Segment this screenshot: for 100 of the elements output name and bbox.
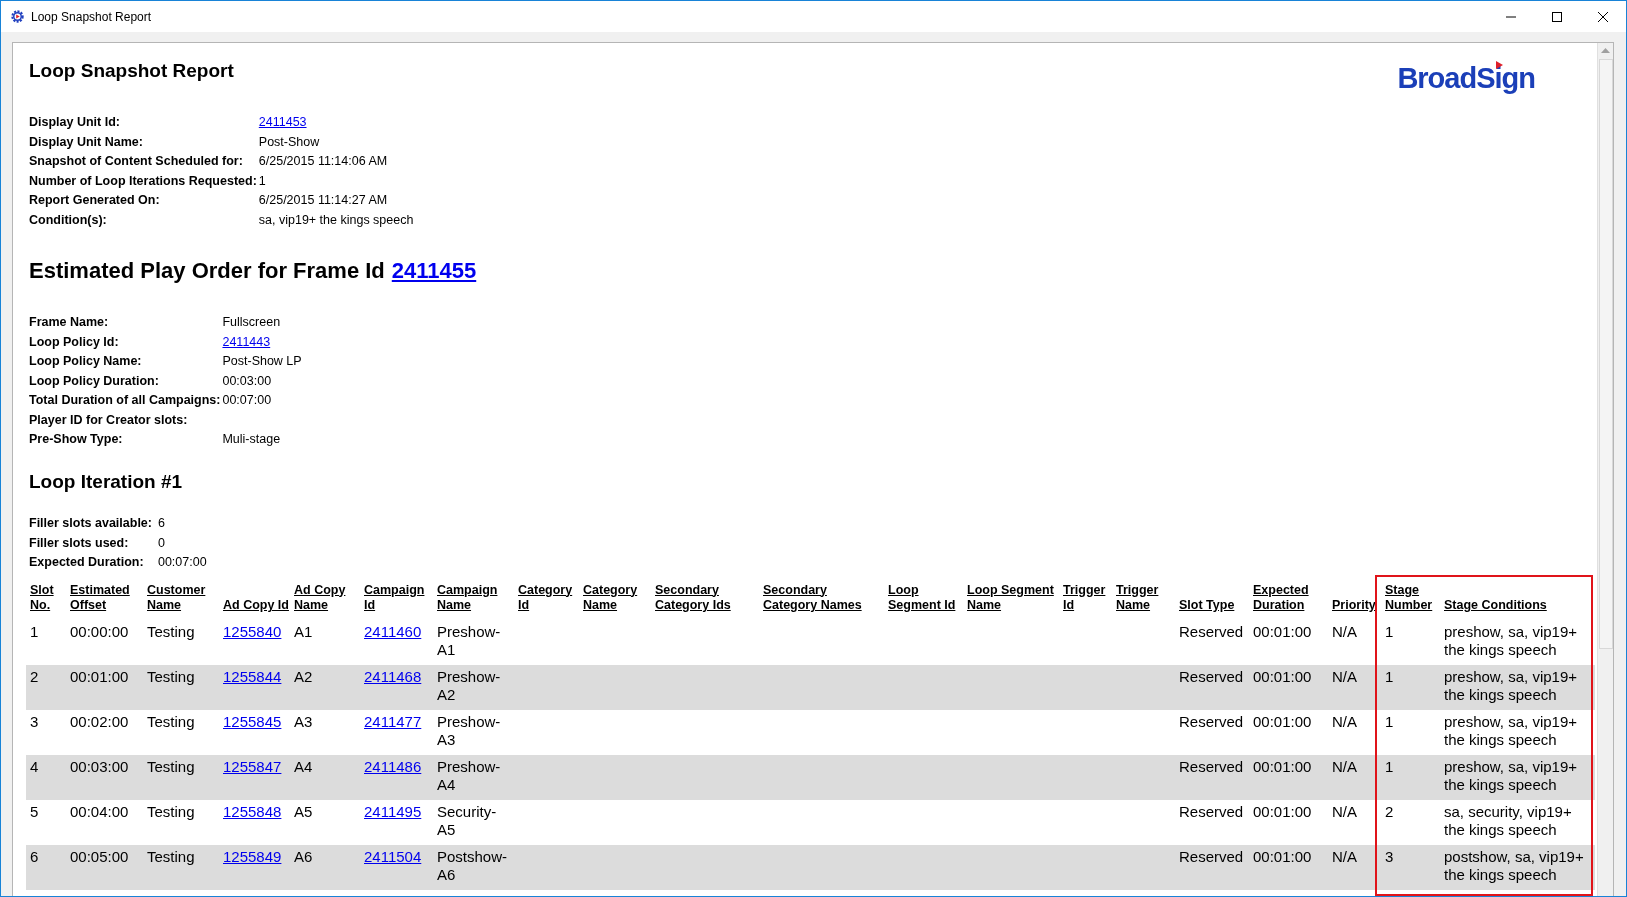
id-link[interactable]: 1255840 xyxy=(223,622,282,640)
field-value: 6/25/2015 11:14:27 AM xyxy=(258,192,388,209)
column-header: Customer Name xyxy=(146,582,207,614)
field-label: Loop Policy Duration: xyxy=(29,372,160,390)
field-value: Muli-stage xyxy=(222,431,281,448)
column-header: Category Name xyxy=(582,582,639,614)
field-label: Pre-Show Type: xyxy=(29,431,124,448)
table-cell: Reserved xyxy=(1175,754,1249,800)
id-link[interactable]: 2411453 xyxy=(258,115,307,129)
field-label: Filler slots used: xyxy=(29,534,130,552)
table-cell: Testing xyxy=(143,664,219,710)
table-cell: A6 xyxy=(290,844,360,890)
table-cell: preshow, sa, vip19+ the kings speech xyxy=(1440,709,1595,755)
field-value: 00:03:00 xyxy=(222,372,272,390)
table-cell-text: Reserved xyxy=(1178,621,1245,642)
table-cell: N/A xyxy=(1328,754,1381,800)
field-label: Snapshot of Content Scheduled for: xyxy=(29,153,244,170)
table-cell-text: Testing xyxy=(146,621,196,642)
column-header: Secondary Category Ids xyxy=(654,582,732,614)
id-link[interactable]: 1255848 xyxy=(223,802,282,820)
iteration-heading: Loop Iteration #1 xyxy=(29,469,184,494)
field-value: Post-Show LP xyxy=(222,353,302,370)
field-value: sa, vip19+ the kings speech xyxy=(258,211,414,229)
column-header: Ad Copy Id xyxy=(222,597,290,614)
brand-logo: BroadSign xyxy=(1397,60,1535,96)
field-label: Number of Loop Iterations Requested: xyxy=(29,172,257,190)
table-cell: 2 xyxy=(26,664,66,710)
field-value: Post-Show xyxy=(258,133,320,151)
table-cell: 5 xyxy=(26,799,66,845)
table-cell: Testing xyxy=(143,754,219,800)
table-cell: 1 xyxy=(1381,754,1440,800)
table-cell: 00:01:00 xyxy=(1249,709,1328,755)
window-title: Loop Snapshot Report xyxy=(31,8,152,26)
frame-heading: Estimated Play Order for Frame Id xyxy=(29,257,385,285)
field-value: 0 xyxy=(157,534,165,552)
table-cell: sa, security, vip19+ the kings speech xyxy=(1440,799,1595,845)
table-cell: 00:05:00 xyxy=(66,844,143,890)
table-cell: Security-A5 xyxy=(433,799,514,845)
field-value: 6 xyxy=(157,515,165,532)
id-link[interactable]: 2411443 xyxy=(222,334,271,349)
id-link[interactable]: 1255844 xyxy=(223,667,282,685)
id-link[interactable]: 1255849 xyxy=(223,847,282,865)
column-header: Campaign Name xyxy=(436,582,499,614)
id-link[interactable]: 2411504 xyxy=(364,847,422,865)
report-title: Loop Snapshot Report xyxy=(29,59,234,83)
table-cell: 00:01:00 xyxy=(1249,754,1328,800)
table-cell: N/A xyxy=(1328,844,1381,890)
table-cell: 00:02:00 xyxy=(66,709,143,755)
table-cell-text: 1 xyxy=(29,621,40,642)
table-cell: 1 xyxy=(1381,709,1440,755)
column-header: Stage Conditions xyxy=(1443,597,1548,614)
id-link[interactable]: 1255845 xyxy=(223,712,282,730)
scroll-up-icon[interactable] xyxy=(1601,48,1610,53)
table-cell: 00:01:00 xyxy=(66,664,143,710)
table-cell: Testing xyxy=(143,844,219,890)
column-header: Slot Type xyxy=(1178,597,1236,614)
table-cell: 4 xyxy=(26,754,66,800)
table-cell: 00:01:00 xyxy=(1249,664,1328,710)
scrollbar[interactable] xyxy=(1597,43,1613,896)
table-cell: Reserved xyxy=(1175,664,1249,710)
table-cell: Reserved xyxy=(1175,844,1249,890)
field-label: Loop Policy Name: xyxy=(29,353,143,370)
table-cell: Testing xyxy=(143,799,219,845)
column-header: Loop Segment Name xyxy=(966,582,1055,614)
column-header: Category Id xyxy=(517,582,574,614)
table-cell: preshow, sa, vip19+ the kings speech xyxy=(1440,664,1595,710)
column-header: Priority xyxy=(1331,597,1377,614)
field-label: Expected Duration: xyxy=(29,554,145,571)
field-label: Total Duration of all Campaigns: xyxy=(29,392,221,409)
field-label: Report Generated On: xyxy=(29,192,161,209)
table-cell: preshow, sa, vip19+ the kings speech xyxy=(1440,754,1595,800)
column-header: Loop Segment Id xyxy=(887,582,957,614)
table-cell: 00:04:00 xyxy=(66,799,143,845)
table-cell: N/A xyxy=(1328,664,1381,710)
table-cell: 3 xyxy=(1381,844,1440,890)
table-cell: N/A xyxy=(1328,799,1381,845)
field-value: 00:07:00 xyxy=(222,392,272,409)
close-icon xyxy=(1598,11,1608,22)
id-link[interactable]: 1255847 xyxy=(223,757,282,775)
table-cell: 00:03:00 xyxy=(66,754,143,800)
table-cell: Reserved xyxy=(1175,709,1249,755)
column-header: Trigger Id xyxy=(1062,582,1107,614)
id-link[interactable]: 2411460 xyxy=(364,622,422,640)
id-link[interactable]: 2411468 xyxy=(364,667,422,685)
scrollbar-thumb[interactable] xyxy=(1598,59,1613,649)
table-cell-text: preshow, sa, vip19+ the kings speech xyxy=(1443,621,1578,660)
id-link[interactable]: 2411486 xyxy=(364,757,422,775)
field-label: Loop Policy Id: xyxy=(29,333,120,351)
table-cell: Preshow-A2 xyxy=(433,664,514,710)
field-value: 6/25/2015 11:14:06 AM xyxy=(258,153,388,170)
column-header: Ad Copy Name xyxy=(293,582,347,614)
id-link[interactable]: 2411477 xyxy=(364,712,422,730)
app-gear-icon xyxy=(10,9,25,24)
table-cell: A2 xyxy=(290,664,360,710)
table-cell-text: 00:00:00 xyxy=(69,621,130,642)
table-cell: Preshow-A4 xyxy=(433,754,514,800)
table-cell: Preshow-A3 xyxy=(433,709,514,755)
table-cell: 6 xyxy=(26,844,66,890)
id-link[interactable]: 2411495 xyxy=(364,802,422,820)
frame-id-link[interactable]: 2411455 xyxy=(391,254,477,287)
